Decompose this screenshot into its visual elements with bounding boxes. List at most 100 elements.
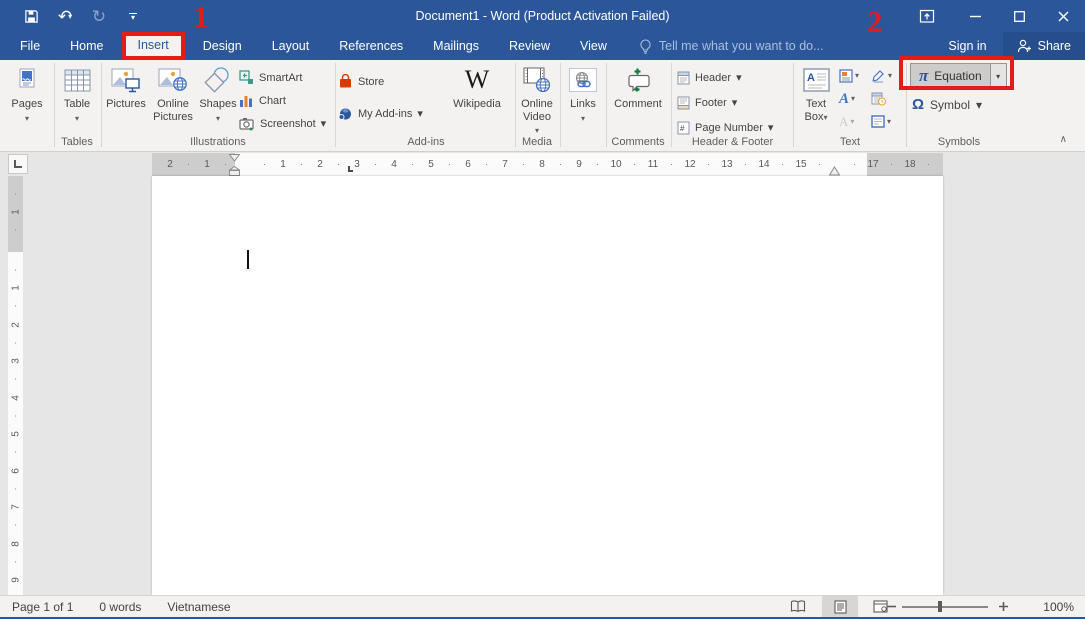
screenshot-button[interactable]: Screenshot ▾: [239, 112, 326, 135]
footer-dropdown-icon[interactable]: ▾: [732, 96, 738, 109]
ribbon-display-options-button[interactable]: [907, 0, 947, 32]
ruler-mark-v: ·: [14, 519, 17, 530]
maximize-button[interactable]: [997, 0, 1041, 32]
tell-me-box[interactable]: Tell me what you want to do...: [639, 32, 824, 60]
table-label: Table: [63, 98, 91, 110]
tab-design[interactable]: Design: [191, 32, 254, 60]
page-number-dropdown-icon[interactable]: ▾: [768, 121, 774, 134]
table-dropdown-icon[interactable]: ▾: [75, 113, 79, 126]
zoom-slider-track[interactable]: [902, 606, 988, 608]
collapse-ribbon-button[interactable]: ∧: [1060, 134, 1067, 145]
online-video-button[interactable]: Online Video ▾: [516, 60, 558, 138]
document-page[interactable]: [152, 176, 943, 595]
pages-dropdown-icon[interactable]: ▾: [25, 113, 29, 126]
header-label: Header: [695, 71, 732, 84]
undo-dropdown-icon[interactable]: ▾: [68, 12, 72, 21]
zoom-in-icon: [998, 602, 1008, 611]
annotation-step-2: 2: [867, 4, 883, 39]
quick-parts-dropdown-icon[interactable]: ▾: [855, 71, 859, 80]
pages-icon: [17, 65, 37, 95]
links-label: Links: [570, 98, 596, 110]
header-button[interactable]: Header ▾: [677, 66, 792, 89]
right-indent-marker[interactable]: [829, 166, 840, 176]
zoom-slider-handle[interactable]: [938, 601, 942, 612]
signature-line-dropdown-icon[interactable]: ▾: [888, 71, 892, 80]
zoom-in-button[interactable]: [994, 596, 1012, 617]
ruler-mark-v: 6: [10, 467, 21, 474]
date-time-button[interactable]: [871, 92, 903, 106]
smartart-label: SmartArt: [259, 71, 303, 84]
vertical-ruler[interactable]: · 1 · · 1 · 2 · 3 · 4 · 5 · 6 · 7 · 8 · 9 ·: [8, 176, 23, 595]
online-pictures-button[interactable]: Online Pictures: [149, 60, 197, 123]
page-count[interactable]: Page 1 of 1: [12, 600, 73, 614]
pictures-button[interactable]: Pictures: [103, 60, 149, 111]
word-count[interactable]: 0 words: [99, 600, 141, 614]
text-box-button[interactable]: A Text Box▾: [795, 60, 837, 124]
drop-cap-button[interactable]: A ▾: [839, 115, 871, 128]
header-icon: [677, 71, 690, 85]
table-button[interactable]: Table ▾: [55, 60, 99, 125]
tab-stop-marker[interactable]: [348, 166, 353, 172]
ruler-mark-v: ·: [14, 556, 17, 567]
ruler-mark-h: ·: [853, 159, 856, 169]
tab-view[interactable]: View: [568, 32, 619, 60]
chart-button[interactable]: Chart: [239, 89, 326, 112]
close-button[interactable]: [1041, 0, 1085, 32]
zoom-out-button[interactable]: [882, 596, 900, 617]
footer-button[interactable]: Footer ▾: [677, 91, 792, 114]
zoom-level[interactable]: 100%: [1024, 596, 1074, 617]
links-dropdown-icon[interactable]: ▾: [581, 113, 585, 126]
pages-button[interactable]: Pages ▾: [2, 60, 52, 125]
save-button[interactable]: [14, 3, 48, 29]
language-indicator[interactable]: Vietnamese: [167, 600, 230, 614]
object-dropdown-icon[interactable]: ▾: [887, 117, 891, 126]
drop-cap-dropdown-icon[interactable]: ▾: [850, 117, 854, 126]
share-button[interactable]: Share: [1002, 32, 1085, 60]
read-mode-button[interactable]: [780, 596, 816, 617]
tab-insert[interactable]: Insert: [121, 32, 185, 60]
shapes-dropdown-icon[interactable]: ▾: [216, 113, 220, 126]
object-button[interactable]: ▾: [871, 115, 903, 128]
ruler-mark-h: 14: [758, 159, 770, 170]
wordart-button[interactable]: A ▾: [839, 91, 871, 106]
symbol-dropdown-icon[interactable]: ▾: [976, 98, 982, 112]
comment-button[interactable]: Comment: [607, 60, 669, 111]
print-layout-button[interactable]: [822, 596, 858, 617]
group-header-footer: Header ▾ Footer ▾ # Page Number ▾ Header…: [673, 60, 792, 151]
minimize-button[interactable]: [953, 0, 997, 32]
lightbulb-icon: [640, 38, 651, 54]
shapes-button[interactable]: Shapes ▾: [197, 60, 239, 125]
tab-home[interactable]: Home: [58, 32, 115, 60]
tab-mailings[interactable]: Mailings: [421, 32, 491, 60]
wordart-dropdown-icon[interactable]: ▾: [851, 94, 855, 103]
left-indent-marker[interactable]: [229, 166, 240, 176]
tab-file[interactable]: File: [8, 32, 52, 60]
symbol-button[interactable]: Ω Symbol ▾: [912, 96, 982, 113]
quick-parts-button[interactable]: ▾: [839, 68, 871, 83]
tab-references[interactable]: References: [327, 32, 415, 60]
tab-review[interactable]: Review: [497, 32, 562, 60]
wikipedia-button[interactable]: W Wikipedia: [444, 60, 510, 111]
horizontal-ruler[interactable]: · 2 · 1 · · 1 · 2 · 3 · 4 · 5 · 6 · 7 · 8 · 9 · 10 · 11 · 12 · 13 · 14 · 1…: [152, 153, 943, 176]
share-person-icon: [1017, 39, 1031, 53]
smartart-button[interactable]: SmartArt: [239, 66, 326, 89]
ruler-mark-v: ·: [14, 410, 17, 421]
customize-quick-access-button[interactable]: ▾: [116, 3, 150, 29]
header-dropdown-icon[interactable]: ▾: [736, 71, 742, 84]
text-box-dropdown-icon[interactable]: ▾: [823, 113, 827, 122]
ruler-mark-v: ·: [14, 224, 17, 235]
ruler-mark-h: ·: [596, 159, 599, 169]
ruler-mark-h: 7: [502, 159, 508, 170]
links-button[interactable]: Links ▾: [561, 60, 605, 125]
tab-layout[interactable]: Layout: [260, 32, 322, 60]
my-addins-dropdown-icon[interactable]: ▾: [417, 107, 423, 120]
undo-button[interactable]: ↶ ▾: [48, 3, 82, 29]
document-workspace: ·2·1··1·2·3·4·5·6·7·8·9·10·11·12·13·14·1…: [0, 152, 1085, 595]
online-pictures-label: Online Pictures: [153, 98, 193, 123]
first-line-indent-marker[interactable]: [229, 154, 240, 162]
tab-stop-selector[interactable]: [8, 154, 28, 174]
screenshot-dropdown-icon[interactable]: ▾: [321, 117, 327, 130]
group-text: A Text Box▾ ▾ ▾ A ▾ A ▾ ▾ Text: [795, 60, 905, 151]
redo-button[interactable]: ↻: [82, 3, 116, 29]
quick-parts-icon: [839, 68, 853, 83]
